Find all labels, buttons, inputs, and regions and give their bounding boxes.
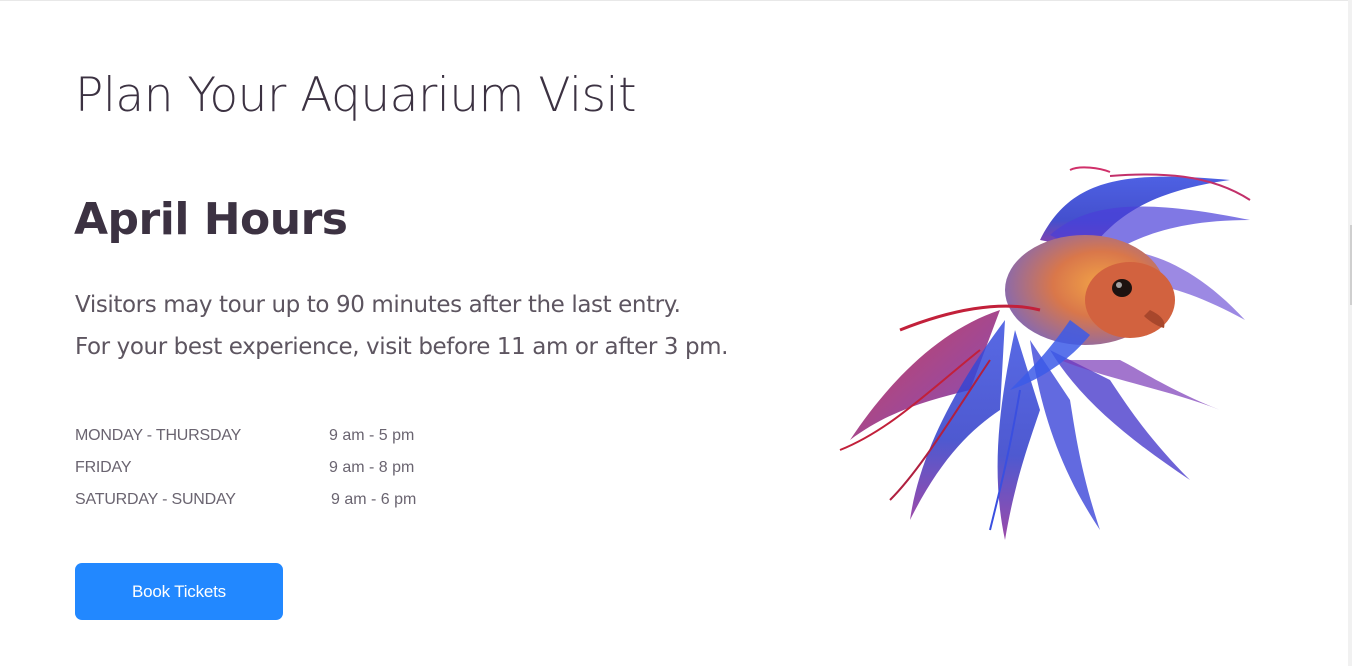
intro-line: For your best experience, visit before 1… — [75, 334, 729, 360]
betta-fish-icon — [839, 166, 1251, 540]
hours-time: 9 am - 6 pm — [331, 491, 417, 508]
top-divider — [0, 0, 1352, 1]
hours-days: FRIDAY — [75, 459, 132, 476]
page-title: Plan Your Aquarium Visit — [75, 68, 637, 123]
fish-body — [1005, 235, 1175, 345]
intro-line: Visitors may tour up to 90 minutes after… — [75, 292, 681, 318]
hours-days: SATURDAY - SUNDAY — [75, 491, 236, 508]
tail-fin — [839, 310, 1220, 540]
page-scrollbar[interactable] — [1348, 0, 1352, 666]
hours-time: 9 am - 8 pm — [329, 459, 415, 476]
hours-time: 9 am - 5 pm — [329, 427, 415, 444]
aquarium-visit-page: Plan Your Aquarium Visit April Hours Vis… — [0, 0, 1352, 666]
hours-heading: April Hours — [74, 194, 348, 245]
hours-days: MONDAY - THURSDAY — [75, 427, 242, 444]
book-tickets-button[interactable]: Book Tickets — [75, 563, 283, 620]
visit-intro: Visitors may tour up to 90 minutes after… — [75, 284, 728, 368]
